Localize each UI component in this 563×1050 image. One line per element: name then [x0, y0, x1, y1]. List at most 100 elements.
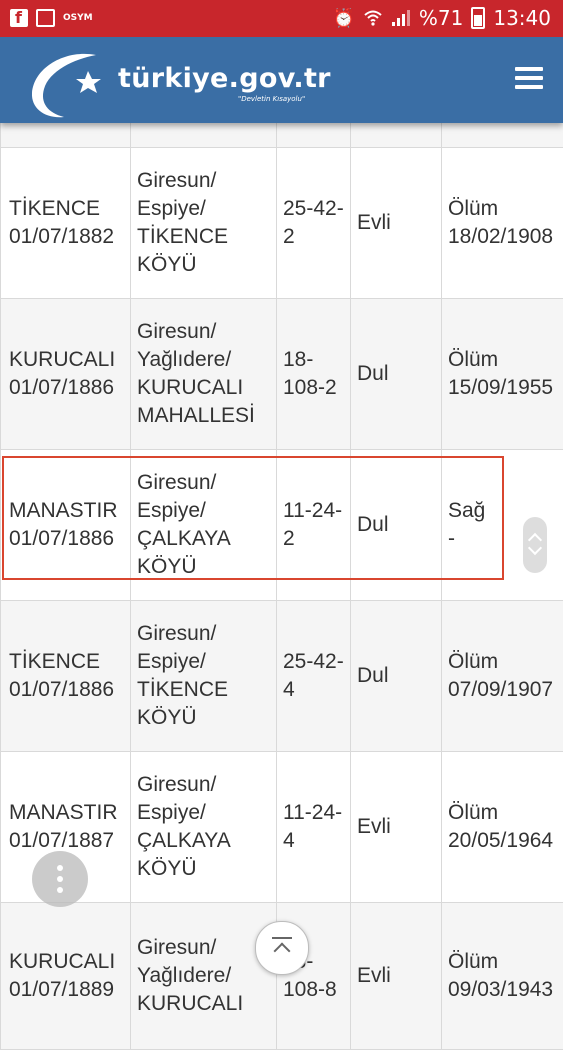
cell-outcome-line: 20/05/1964 [448, 827, 563, 855]
cell-code-line: 108-2 [283, 374, 344, 402]
cell-outcome: Ölüm09/03/1943 [442, 903, 563, 1050]
cell-outcome: Ölüm07/09/1907 [442, 601, 563, 752]
table-row[interactable]: KURUCALI01/07/1886Giresun/Yağlıdere/KURU… [1, 299, 563, 450]
cell-place-line: Giresun/ [137, 318, 270, 346]
cell-place-line: Espiye/ [137, 195, 270, 223]
cell-village-date-line: 01/07/1886 [9, 374, 124, 402]
cell-code: 11-24-4 [277, 752, 351, 903]
cell-marital-status-line: Dul [357, 662, 435, 690]
cell-place: Giresun/Espiye/TİKENCEKÖYÜ [131, 148, 277, 299]
cell-village-date: KURUCALI01/07/1886 [1, 299, 131, 450]
cell-village-date-line: 01/07/1882 [9, 223, 124, 251]
cell-place: Giresun/Espiye/ÇALKAYAKÖYÜ [131, 450, 277, 601]
status-bar: OSYM ⏰ %71 13:40 [0, 0, 563, 37]
cell-marital-status: Evli [351, 148, 442, 299]
menu-icon[interactable] [515, 67, 543, 91]
cell-place-line: Giresun/ [137, 469, 270, 497]
cell-place-line: Giresun/ [137, 771, 270, 799]
cell-village-date-line: KURUCALI [9, 948, 124, 976]
cell-village-date-line: 01/07/1886 [9, 676, 124, 704]
scroll-handle[interactable] [523, 517, 547, 573]
cell-code-line: 11-24- [283, 799, 344, 827]
clock: 13:40 [493, 6, 551, 30]
cell-outcome-line: Ölüm [448, 648, 563, 676]
cell-place-line: TİKENCE [137, 223, 270, 251]
cell-place: Giresun/Espiye/ÇALKAYAKÖYÜ [131, 752, 277, 903]
cell-place: Giresun/Yağlıdere/KURUCALIMAHALLESİ [131, 299, 277, 450]
cell-place-line: Giresun/ [137, 934, 270, 962]
logo-emblem[interactable] [26, 43, 121, 123]
osym-notification-icon: OSYM [63, 13, 93, 23]
cell-village-date: TİKENCE01/07/1882 [1, 148, 131, 299]
notification-icons: OSYM [10, 9, 93, 27]
cell-code-line: 25-42- [283, 648, 344, 676]
cell-village-date: MANASTIR01/07/1886 [1, 450, 131, 601]
cell-outcome-line: 18/02/1908 [448, 223, 563, 251]
cell-marital-status: Dul [351, 601, 442, 752]
battery-icon [471, 7, 485, 29]
cell-place-line: Yağlıdere/ [137, 346, 270, 374]
cell-outcome: Ölüm18/02/1908 [442, 148, 563, 299]
cell-village-date-line: 01/07/1886 [9, 525, 124, 553]
cell-place-line: KÖYÜ [137, 704, 270, 732]
cell-place-line: KÖYÜ [137, 251, 270, 279]
cell-outcome-line: Ölüm [448, 799, 563, 827]
cell-marital-status: Dul [351, 450, 442, 601]
system-indicators: ⏰ %71 13:40 [332, 6, 551, 30]
cell-village-date-line: MANASTIR [9, 799, 124, 827]
cell-marital-status-line: Evli [357, 962, 435, 990]
cell-place-line: ÇALKAYA [137, 827, 270, 855]
cell-place-line: KÖYÜ [137, 553, 270, 581]
table-row[interactable]: TİKENCE01/07/1882Giresun/Espiye/TİKENCEK… [1, 148, 563, 299]
cell-place-line: Giresun/ [137, 167, 270, 195]
cell-marital-status: Evli [351, 752, 442, 903]
cell-marital-status: Evli [351, 903, 442, 1050]
cell-village-date: KURUCALI01/07/1889 [1, 903, 131, 1050]
cell-marital-status: Dul [351, 299, 442, 450]
facebook-icon [10, 9, 28, 27]
cell-code-line: 4 [283, 676, 344, 704]
cell-place-line: ÇALKAYA [137, 525, 270, 553]
cell-code-line: 4 [283, 827, 344, 855]
cell-village-date-line: TİKENCE [9, 195, 124, 223]
cell-place-line: Yağlıdere/ [137, 962, 270, 990]
cell-outcome-line: Ölüm [448, 346, 563, 374]
cell-outcome: Ölüm20/05/1964 [442, 752, 563, 903]
cell-outcome-line: Ölüm [448, 195, 563, 223]
cell-marital-status-line: Dul [357, 511, 435, 539]
cell-place: Giresun/Yağlıdere/KURUCALI [131, 903, 277, 1050]
cell-outcome-line: Sağ [448, 497, 563, 525]
cell-outcome-line: 07/09/1907 [448, 676, 563, 704]
cell-place-line: Espiye/ [137, 497, 270, 525]
table-row[interactable]: TİKENCE01/07/1886Giresun/Espiye/TİKENCEK… [1, 601, 563, 752]
cell-outcome-line: 15/09/1955 [448, 374, 563, 402]
cell-place-line: TİKENCE [137, 676, 270, 704]
logo-tagline: "Devletin Kısayolu" [238, 95, 305, 103]
cell-code: 25-42-4 [277, 601, 351, 752]
site-header: türkiye.gov.tr "Devletin Kısayolu" [0, 37, 563, 123]
signal-icon [391, 9, 411, 27]
wifi-icon [363, 9, 383, 27]
cell-place-line: KÖYÜ [137, 855, 270, 883]
logo-text[interactable]: türkiye.gov.tr [118, 63, 331, 94]
cell-code: 11-24-2 [277, 450, 351, 601]
table-row[interactable]: MANASTIR01/07/1886Giresun/Espiye/ÇALKAYA… [1, 450, 563, 601]
alarm-icon: ⏰ [332, 8, 354, 29]
scroll-top-icon[interactable] [255, 921, 309, 975]
more-vert-icon[interactable] [32, 851, 88, 907]
cell-village-date-line: TİKENCE [9, 648, 124, 676]
cell-code: 25-42-2 [277, 148, 351, 299]
cell-village-date-line: KURUCALI [9, 346, 124, 374]
cell-place-line: Giresun/ [137, 620, 270, 648]
cell-code-line: 2 [283, 525, 344, 553]
cell-place: Giresun/Espiye/TİKENCEKÖYÜ [131, 601, 277, 752]
cell-place-line: Espiye/ [137, 648, 270, 676]
cell-outcome-line: Ölüm [448, 948, 563, 976]
cell-place-line: KURUCALI [137, 374, 270, 402]
cell-code-line: 25-42- [283, 195, 344, 223]
cell-code: 18-108-2 [277, 299, 351, 450]
cell-code-line: 11-24- [283, 497, 344, 525]
gallery-icon [36, 9, 55, 27]
cell-code-line: 2 [283, 223, 344, 251]
cell-marital-status-line: Dul [357, 360, 435, 388]
